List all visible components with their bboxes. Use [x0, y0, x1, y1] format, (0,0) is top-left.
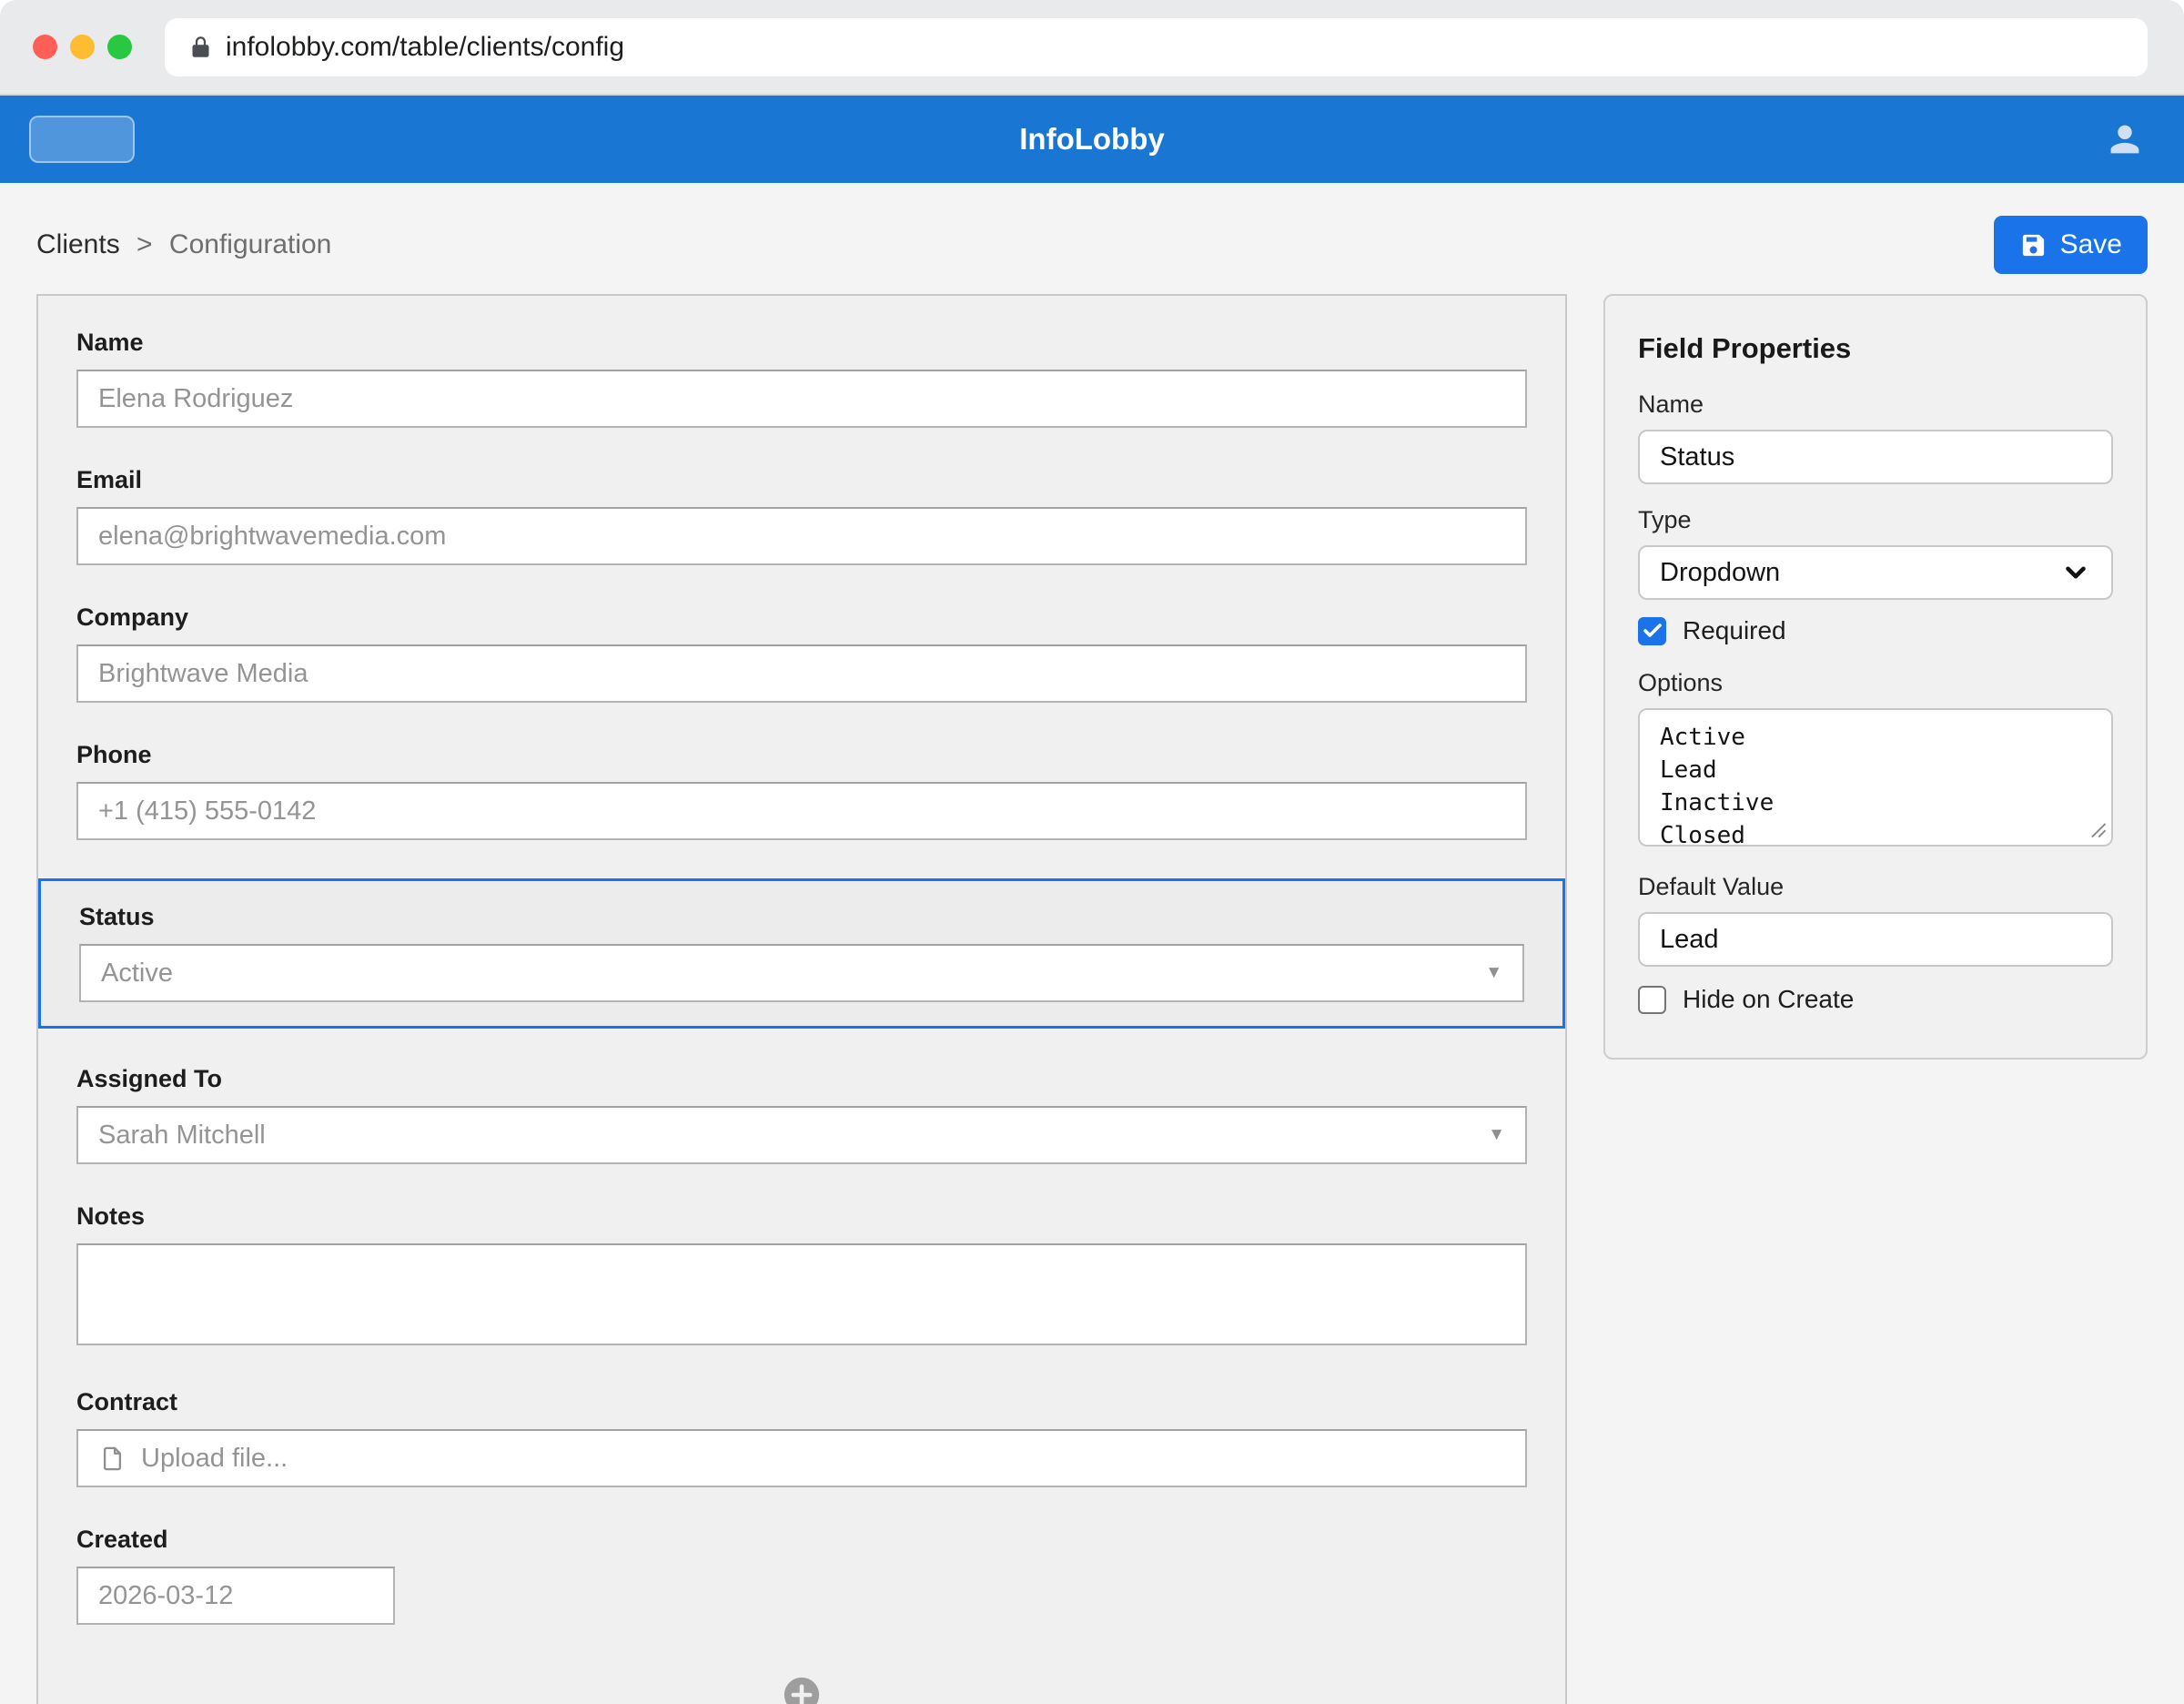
email-input[interactable]: [76, 507, 1527, 565]
panel-title: Field Properties: [1638, 332, 2113, 365]
address-bar[interactable]: infolobby.com/table/clients/config: [165, 18, 2148, 76]
field-row-email: Email: [76, 466, 1527, 565]
hide-on-create-row: Hide on Create: [1638, 985, 2113, 1014]
page-topbar: Clients > Configuration Save: [36, 216, 2148, 274]
status-dropdown[interactable]: Active ▼: [79, 944, 1524, 1002]
assigned-to-dropdown[interactable]: Sarah Mitchell ▼: [76, 1106, 1527, 1164]
hide-on-create-label: Hide on Create: [1683, 985, 1854, 1014]
field-label-status: Status: [79, 903, 1524, 931]
options-label: Options: [1638, 669, 2113, 697]
app-header: InfoLobby: [0, 96, 2184, 183]
field-row-company: Company: [76, 604, 1527, 703]
field-label-email: Email: [76, 466, 1527, 494]
default-value-input[interactable]: [1638, 912, 2113, 967]
required-checkbox[interactable]: [1638, 617, 1666, 645]
save-button[interactable]: Save: [1994, 216, 2148, 274]
field-label-created: Created: [76, 1526, 1527, 1554]
window-controls: [33, 35, 132, 59]
content-area: NameEmailCompanyPhoneStatusActive▼Assign…: [36, 294, 2148, 1704]
field-properties-panel: Field Properties Name Type Dropdown: [1603, 294, 2148, 1060]
field-label-contract: Contract: [76, 1388, 1527, 1416]
browser-window: infolobby.com/table/clients/config InfoL…: [0, 0, 2184, 1704]
property-name-input[interactable]: [1638, 430, 2113, 484]
status-value: Active: [101, 958, 173, 989]
type-select-value: Dropdown: [1660, 558, 1780, 588]
contract-upload-field[interactable]: Upload file...: [76, 1429, 1527, 1487]
add-field-row: [76, 1674, 1527, 1704]
name-input[interactable]: [76, 370, 1527, 428]
breadcrumb-separator: >: [136, 229, 153, 259]
property-type-label: Type: [1638, 506, 2113, 534]
default-value-label: Default Value: [1638, 873, 2113, 901]
dropdown-arrow-icon: ▼: [1488, 1125, 1505, 1145]
file-icon: [98, 1445, 126, 1473]
field-label-company: Company: [76, 604, 1527, 632]
field-row-assigned-to: Assigned To Sarah Mitchell ▼: [76, 1065, 1527, 1164]
close-window-button[interactable]: [33, 35, 57, 59]
lock-icon: [188, 35, 213, 59]
chevron-down-icon: [2060, 557, 2091, 588]
required-label: Required: [1683, 616, 1786, 645]
browser-chrome: infolobby.com/table/clients/config: [0, 0, 2184, 96]
field-row-created: Created: [76, 1526, 1527, 1625]
field-row-contract: Contract Upload file...: [76, 1388, 1527, 1487]
field-row-name: Name: [76, 329, 1527, 428]
notes-textarea[interactable]: [76, 1243, 1527, 1345]
field-row-phone: Phone: [76, 741, 1527, 840]
field-label-phone: Phone: [76, 741, 1527, 769]
hide-on-create-checkbox[interactable]: [1638, 986, 1666, 1014]
breadcrumb-clients[interactable]: Clients: [36, 229, 120, 259]
zoom-window-button[interactable]: [107, 35, 132, 59]
assigned-to-value: Sarah Mitchell: [98, 1121, 266, 1151]
dropdown-arrow-icon: ▼: [1485, 963, 1502, 983]
field-label-assigned-to: Assigned To: [76, 1065, 1527, 1093]
add-field-button[interactable]: [781, 1674, 823, 1704]
minimize-window-button[interactable]: [70, 35, 95, 59]
field-label-name: Name: [76, 329, 1527, 357]
upload-placeholder: Upload file...: [141, 1444, 288, 1474]
field-row-notes: Notes: [76, 1202, 1527, 1350]
created-input[interactable]: [76, 1567, 395, 1625]
property-type-select[interactable]: Dropdown: [1638, 545, 2113, 600]
property-name-label: Name: [1638, 390, 2113, 419]
page-body: Clients > Configuration Save Name Email Co…: [0, 216, 2184, 1704]
breadcrumb-configuration: Configuration: [169, 229, 331, 259]
url-text: infolobby.com/table/clients/config: [226, 32, 624, 63]
form-config-panel: NameEmailCompanyPhoneStatusActive▼Assign…: [36, 294, 1567, 1704]
menu-button[interactable]: [29, 116, 135, 163]
required-row: Required: [1638, 616, 2113, 645]
company-input[interactable]: [76, 644, 1527, 703]
save-icon: [2019, 231, 2048, 259]
save-button-label: Save: [2060, 229, 2122, 260]
user-account-icon[interactable]: [2106, 120, 2144, 158]
breadcrumb: Clients > Configuration: [36, 229, 331, 260]
options-textarea[interactable]: Active Lead Inactive Closed: [1638, 708, 2113, 847]
phone-input[interactable]: [76, 782, 1527, 840]
app-title: InfoLobby: [0, 122, 2184, 157]
field-label-notes: Notes: [76, 1202, 1527, 1231]
field-row-status[interactable]: Status Active ▼: [38, 878, 1565, 1029]
